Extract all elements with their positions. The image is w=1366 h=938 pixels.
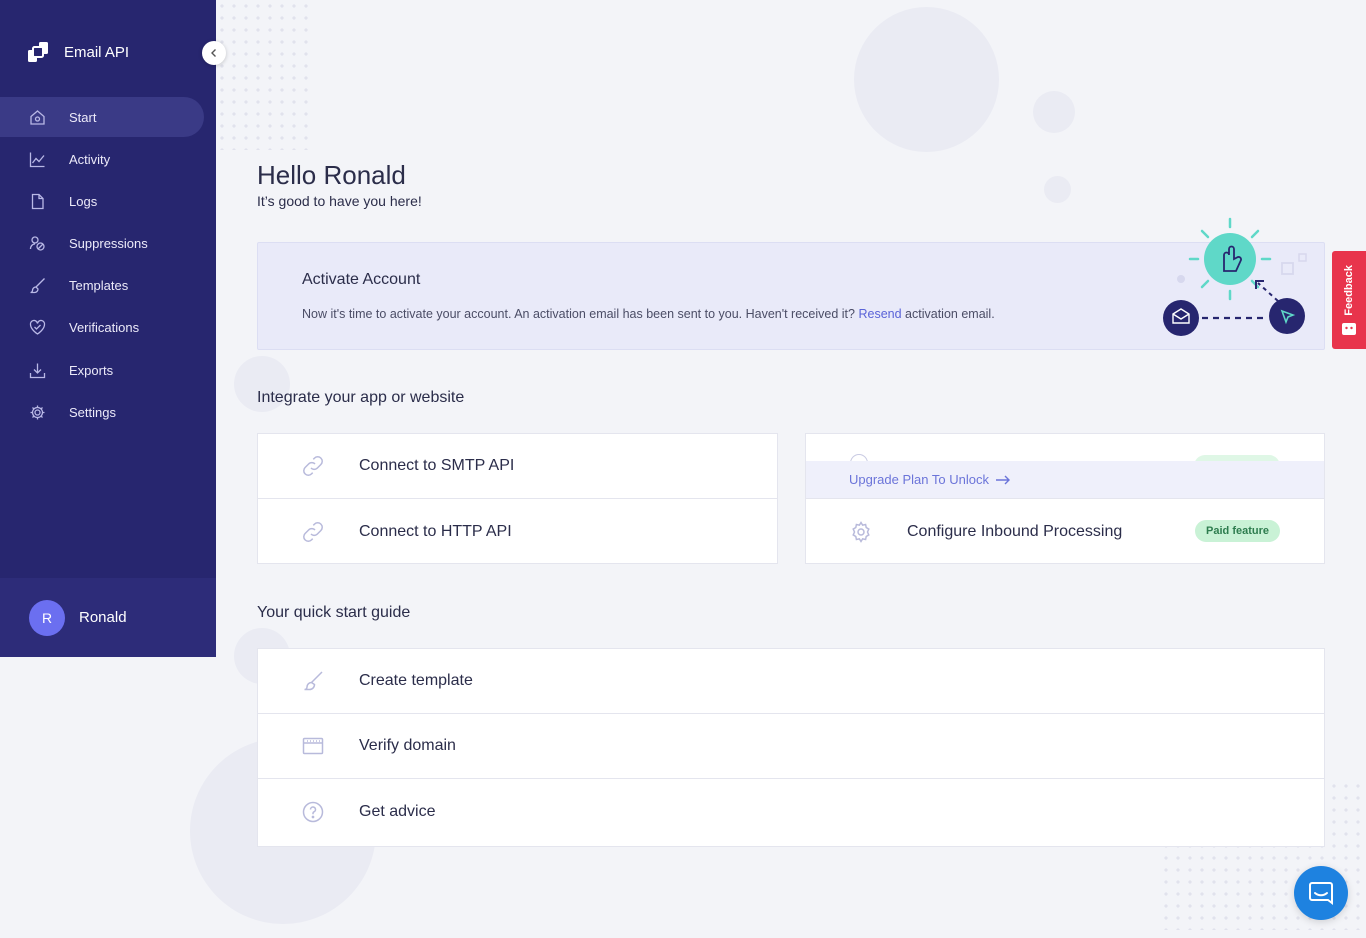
activate-title: Activate Account — [302, 271, 421, 288]
sidebar-item-suppressions[interactable]: Suppressions — [0, 224, 204, 264]
feedback-label: Feedback — [1343, 264, 1355, 316]
activate-text-after: activation email. — [905, 307, 995, 321]
integrate-right-card: Upgrade Plan To Unlock Configure Inbound… — [805, 433, 1325, 564]
browser-window-icon — [301, 734, 325, 758]
sidebar-nav: Start Activity Logs Suppressions Templat… — [0, 97, 216, 435]
home-icon — [29, 109, 46, 126]
sidebar: Email API Start Activity Logs Suppressio… — [0, 0, 216, 657]
brand-logo-icon — [28, 42, 48, 62]
page-subtitle: It’s good to have you here! — [257, 193, 422, 209]
sidebar-item-logs[interactable]: Logs — [0, 181, 204, 221]
chevron-left-icon — [211, 49, 216, 57]
sidebar-item-activity[interactable]: Activity — [0, 139, 204, 179]
locked-feature-row[interactable]: Upgrade Plan To Unlock — [806, 434, 1324, 499]
file-icon — [29, 193, 46, 210]
gear-icon — [29, 404, 46, 421]
sidebar-item-templates[interactable]: Templates — [0, 266, 204, 306]
integrate-left-card: Connect to SMTP API Connect to HTTP API — [257, 433, 778, 564]
chat-launcher-button[interactable] — [1294, 866, 1348, 920]
arrow-right-icon — [995, 475, 1010, 484]
link-icon — [301, 454, 325, 478]
quick-start-guide-card: Create template Verify domain Get advice — [257, 648, 1325, 847]
link-icon — [301, 520, 325, 544]
sidebar-item-label: Activity — [69, 151, 111, 167]
decor-circle — [1033, 91, 1075, 133]
page-title: Hello Ronald — [257, 160, 406, 190]
brand[interactable]: Email API — [28, 40, 129, 64]
heart-check-icon — [29, 319, 46, 336]
row-label: Connect to SMTP API — [359, 457, 515, 474]
decor-circle — [1044, 176, 1071, 203]
sidebar-item-label: Suppressions — [69, 236, 148, 252]
paid-feature-badge: Paid feature — [1195, 520, 1280, 542]
brush-icon — [29, 277, 46, 294]
connect-http-api-row[interactable]: Connect to HTTP API — [258, 499, 777, 564]
avatar: R — [29, 599, 65, 636]
gear-icon — [849, 520, 873, 544]
activate-account-card: Activate Account Now it's time to activa… — [257, 217, 1325, 350]
locked-feature-ghost — [806, 434, 1324, 461]
user-name: Ronald — [79, 609, 127, 626]
row-label: Configure Inbound Processing — [907, 522, 1123, 540]
sidebar-item-label: Exports — [69, 362, 114, 378]
sidebar-item-exports[interactable]: Exports — [0, 350, 204, 390]
row-label: Connect to HTTP API — [359, 522, 512, 540]
sidebar-item-label: Settings — [69, 404, 116, 420]
create-template-row[interactable]: Create template — [258, 649, 1324, 714]
chat-icon — [1309, 882, 1333, 905]
sidebar-item-label: Templates — [69, 278, 129, 294]
get-advice-row[interactable]: Get advice — [258, 779, 1324, 844]
brush-icon — [301, 669, 325, 693]
activation-illustration-icon — [1163, 217, 1307, 336]
feedback-tab[interactable]: Feedback — [1332, 251, 1366, 349]
sidebar-item-label: Logs — [69, 193, 98, 209]
resend-link[interactable]: Resend — [858, 307, 901, 321]
sidebar-item-label: Verifications — [69, 320, 140, 336]
sidebar-item-label: Start — [69, 109, 97, 125]
suppressions-icon — [29, 235, 46, 252]
feedback-icon — [1342, 323, 1356, 336]
connect-smtp-api-row[interactable]: Connect to SMTP API — [258, 434, 777, 499]
guide-section-title: Your quick start guide — [257, 604, 411, 621]
brand-name: Email API — [64, 43, 130, 61]
row-label: Verify domain — [359, 737, 456, 754]
activate-text: Now it's time to activate your account. … — [302, 307, 995, 321]
sidebar-item-verifications[interactable]: Verifications — [0, 308, 204, 348]
verify-domain-row[interactable]: Verify domain — [258, 714, 1324, 779]
sidebar-item-start[interactable]: Start — [0, 97, 204, 137]
decor-circle — [854, 7, 999, 152]
activate-text-before: Now it's time to activate your account. … — [302, 307, 855, 321]
configure-inbound-processing-row[interactable]: Configure Inbound Processing Paid featur… — [806, 499, 1324, 564]
integrate-section-title: Integrate your app or website — [257, 389, 465, 406]
question-circle-icon — [301, 800, 325, 824]
user-profile[interactable]: R Ronald — [0, 578, 216, 657]
sidebar-item-settings[interactable]: Settings — [0, 392, 204, 432]
chart-line-icon — [29, 151, 46, 168]
row-label: Get advice — [359, 802, 436, 820]
upgrade-plan-button[interactable]: Upgrade Plan To Unlock — [806, 461, 1324, 499]
sidebar-collapse-button[interactable] — [202, 41, 226, 65]
row-label: Create template — [359, 672, 473, 689]
upgrade-label: Upgrade Plan To Unlock — [849, 472, 989, 487]
download-icon — [29, 362, 46, 379]
decor-dots — [216, 0, 316, 150]
